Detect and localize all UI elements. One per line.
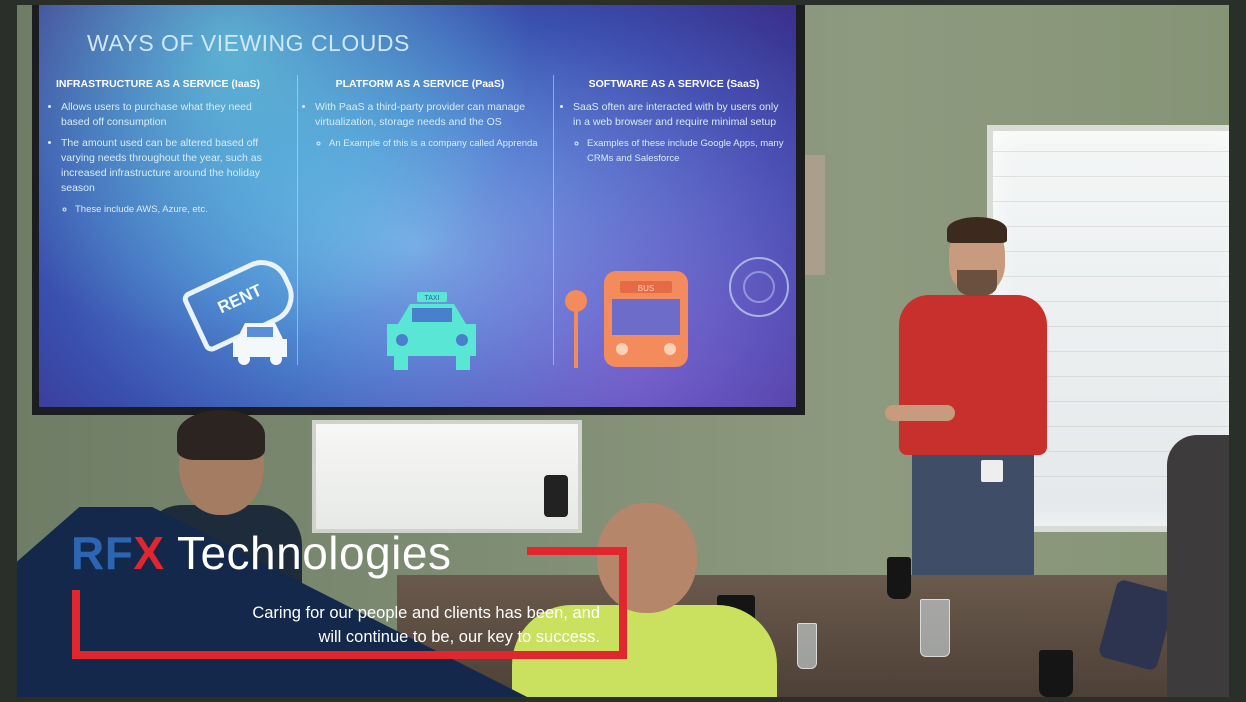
speaker-device: [544, 475, 568, 517]
sub-bullet: These include AWS, Azure, etc.: [75, 202, 269, 217]
taxi-icon: TAXI: [387, 292, 476, 370]
tagline-line-1: Caring for our people and clients has be…: [252, 604, 600, 622]
car-icon: [233, 323, 287, 365]
cup: [797, 623, 817, 669]
bus-sign: BUS: [638, 284, 654, 293]
cloud-circle-icon: [729, 257, 789, 317]
presentation-slide: WAYS OF VIEWING CLOUDS INFRASTRUCTURE AS…: [39, 5, 796, 407]
taxi-sign: TAXI: [424, 295, 439, 302]
lower-window: [312, 420, 582, 533]
brand-name: Technologies: [164, 527, 452, 579]
column-heading: PLATFORM AS A SERVICE (PaaS): [335, 78, 505, 90]
name-badge: [981, 460, 1003, 482]
column-heading: INFRASTRUCTURE AS A SERVICE (IaaS): [56, 78, 260, 90]
slide-column-saas: SOFTWARE AS A SERVICE (SaaS) SaaS often …: [559, 77, 789, 172]
tagline-line-2: will continue to be, our key to success.: [318, 628, 600, 646]
sub-bullet: An Example of this is a company called A…: [329, 136, 539, 151]
brand-logo: RFX Technologies: [71, 526, 452, 580]
slide-title: WAYS OF VIEWING CLOUDS: [87, 30, 410, 56]
video-frame: WAYS OF VIEWING CLOUDS INFRASTRUCTURE AS…: [17, 5, 1229, 697]
presenter-shirt: [899, 295, 1047, 455]
column-divider: [553, 75, 554, 365]
tagline: Caring for our people and clients has be…: [107, 601, 600, 649]
mug: [887, 557, 911, 599]
presenter-hair: [947, 217, 1007, 243]
presenter-beard: [957, 270, 997, 296]
brand-rf: RF: [71, 527, 134, 579]
bullet: The amount used can be altered based off…: [61, 136, 269, 196]
water-glass: [920, 599, 950, 657]
column-divider: [297, 75, 298, 365]
bullet: SaaS often are interacted with by users …: [573, 100, 789, 130]
attendee-left-hair: [177, 410, 265, 460]
attendee-right: [1167, 435, 1229, 697]
bullet: Allows users to purchase what they need …: [61, 100, 269, 130]
presenter-hands: [885, 405, 955, 421]
mug: [1039, 650, 1073, 697]
bus-icon: BUS: [565, 271, 688, 368]
column-heading: SOFTWARE AS A SERVICE (SaaS): [588, 78, 760, 90]
slide-column-iaas: INFRASTRUCTURE AS A SERVICE (IaaS) Allow…: [47, 77, 269, 223]
slide-column-paas: PLATFORM AS A SERVICE (PaaS) With PaaS a…: [301, 77, 539, 157]
brand-x: X: [133, 527, 165, 579]
bullet: With PaaS a third-party provider can man…: [315, 100, 539, 130]
sub-bullet: Examples of these include Google Apps, m…: [587, 136, 789, 166]
